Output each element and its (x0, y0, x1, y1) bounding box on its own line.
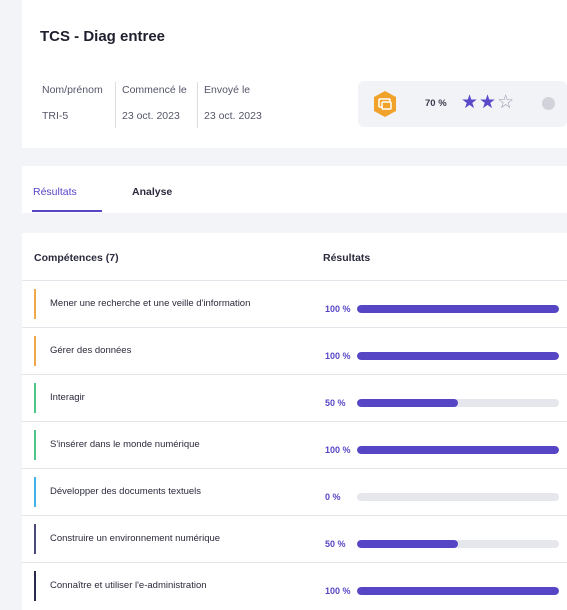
result-percent: 100 % (325, 445, 351, 455)
star-rating: ★ ★ ☆ (461, 92, 515, 114)
category-accent-bar (34, 524, 36, 554)
star-empty-icon: ☆ (497, 92, 515, 113)
meta-name-value: TRI-5 (42, 110, 69, 122)
table-row[interactable]: Construire un environnement numérique 50 … (22, 515, 567, 562)
competence-label: Interagir (50, 392, 85, 403)
meta-started: Commencé le 23 oct. 2023 (116, 82, 198, 128)
results-rows: Mener une recherche et une veille d'info… (22, 280, 567, 609)
meta-sent-label: Envoyé le (204, 84, 251, 96)
meta-started-value: 23 oct. 2023 (122, 110, 180, 122)
result-percent: 50 % (325, 398, 346, 408)
result-percent: 100 % (325, 351, 351, 361)
page-title: TCS - Diag entree (40, 28, 166, 45)
competence-label: Mener une recherche et une veille d'info… (50, 298, 251, 309)
tabs-bar: Résultats Analyse (22, 166, 567, 213)
progress-fill (357, 305, 559, 313)
table-row[interactable]: Connaître et utiliser l'e-administration… (22, 562, 567, 609)
meta-name-label: Nom/prénom (42, 84, 103, 96)
competence-label: Construire un environnement numérique (50, 533, 221, 544)
star-filled-icon: ★ (461, 92, 479, 113)
progress-track (357, 493, 559, 501)
progress-track (357, 446, 559, 454)
result-percent: 50 % (325, 539, 346, 549)
meta-name: Nom/prénom TRI-5 (36, 82, 116, 128)
result-percent: 0 % (325, 492, 341, 502)
progress-fill (357, 587, 559, 595)
result-percent: 100 % (325, 586, 351, 596)
table-row[interactable]: S'insérer dans le monde numérique 100 % (22, 421, 567, 468)
table-row[interactable]: Interagir 50 % (22, 374, 567, 421)
progress-fill (357, 352, 559, 360)
progress-track (357, 540, 559, 548)
table-row[interactable]: Gérer des données 100 % (22, 327, 567, 374)
progress-track (357, 587, 559, 595)
category-accent-bar (34, 477, 36, 507)
competence-label: S'insérer dans le monde numérique (50, 439, 200, 450)
meta-sent: Envoyé le 23 oct. 2023 (198, 82, 280, 128)
category-accent-bar (34, 336, 36, 366)
progress-track (357, 399, 559, 407)
progress-track (357, 352, 559, 360)
tab-analyse[interactable]: Analyse (132, 186, 172, 198)
category-accent-bar (34, 571, 36, 601)
summary-card: TCS - Diag entree Nom/prénom TRI-5 Comme… (22, 0, 567, 148)
results-table: Compétences (7) Résultats Mener une rech… (22, 233, 567, 610)
meta-sent-value: 23 oct. 2023 (204, 110, 262, 122)
column-header-resultats: Résultats (323, 252, 371, 264)
progress-fill (357, 399, 458, 407)
table-row[interactable]: Mener une recherche et une veille d'info… (22, 280, 567, 327)
score-percent: 70 % (425, 98, 447, 109)
category-accent-bar (34, 289, 36, 319)
competence-label: Gérer des données (50, 345, 132, 356)
score-summary: 70 % ★ ★ ☆ (358, 81, 567, 127)
column-header-competences: Compétences (7) (34, 252, 119, 264)
competence-label: Développer des documents textuels (50, 486, 202, 497)
competence-label: Connaître et utiliser l'e-administration (50, 580, 207, 591)
star-filled-icon: ★ (479, 92, 497, 113)
progress-fill (357, 446, 559, 454)
category-accent-bar (34, 430, 36, 460)
active-tab-indicator (32, 210, 102, 212)
table-row[interactable]: Développer des documents textuels 0 % (22, 468, 567, 515)
result-percent: 100 % (325, 304, 351, 314)
category-accent-bar (34, 383, 36, 413)
info-icon[interactable] (542, 97, 555, 110)
certificate-badge-icon (372, 90, 398, 118)
meta-info: Nom/prénom TRI-5 Commencé le 23 oct. 202… (36, 82, 280, 128)
meta-started-label: Commencé le (122, 84, 187, 96)
progress-track (357, 305, 559, 313)
tab-resultats[interactable]: Résultats (33, 186, 77, 198)
progress-fill (357, 540, 458, 548)
